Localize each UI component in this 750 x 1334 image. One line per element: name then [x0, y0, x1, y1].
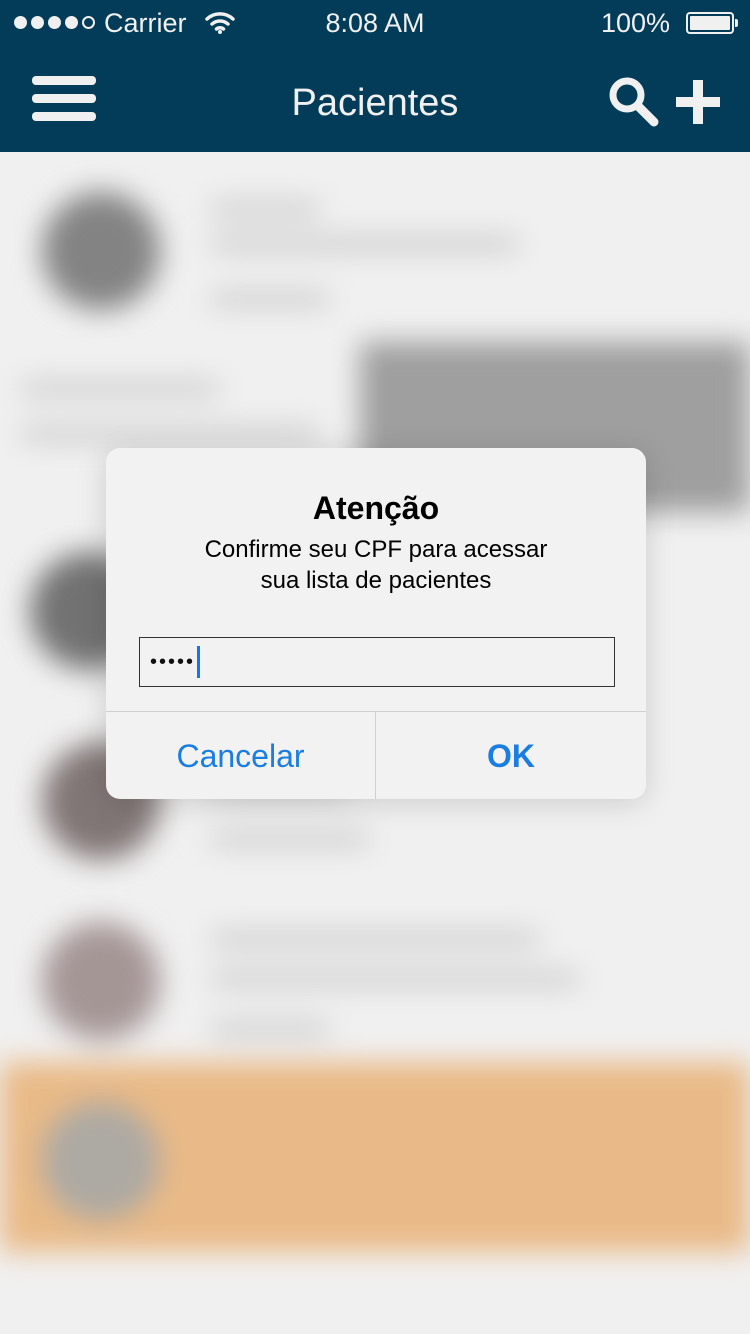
cpf-confirmation-dialog: Atenção Confirme seu CPF para acessar su… — [106, 448, 646, 799]
dialog-message-line-2: sua lista de pacientes — [260, 567, 492, 594]
ok-button[interactable]: OK — [376, 712, 646, 799]
text-cursor — [197, 646, 201, 678]
cancel-button[interactable]: Cancelar — [106, 712, 376, 799]
dialog-actions: Cancelar OK — [106, 711, 646, 799]
dialog-message: Confirme seu CPF para acessar sua lista … — [146, 534, 606, 596]
dialog-title: Atenção — [312, 490, 440, 526]
cpf-masked-value: ••••• — [150, 650, 196, 673]
dialog-message-line-1: Confirme seu CPF para acessar — [204, 536, 548, 563]
cpf-password-field[interactable]: ••••• — [139, 637, 615, 687]
